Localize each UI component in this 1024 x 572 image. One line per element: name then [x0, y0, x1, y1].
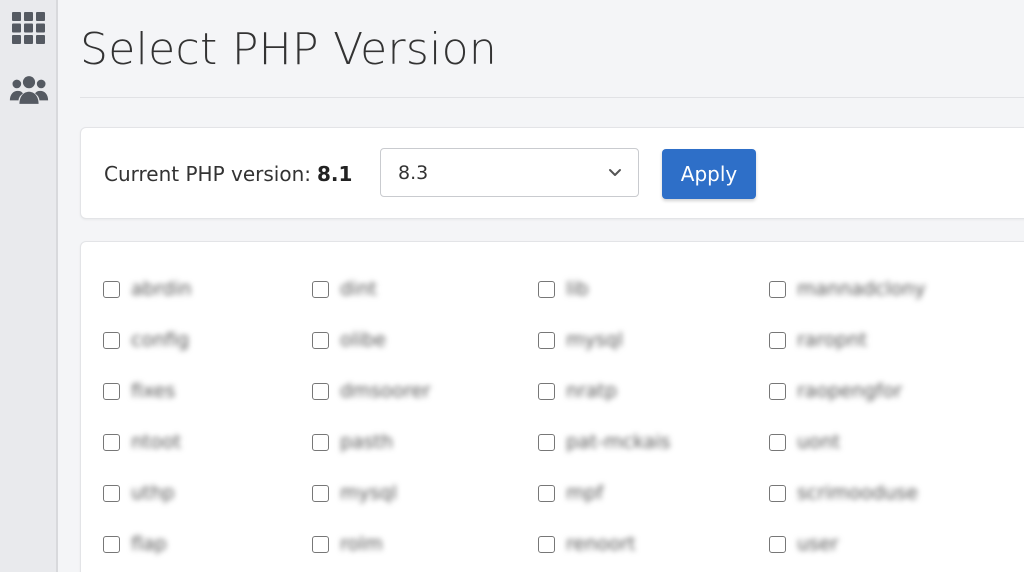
- extension-label: renoort: [566, 533, 636, 555]
- extension-checkbox[interactable]: [538, 484, 555, 502]
- extension-label: abrdin: [131, 278, 192, 300]
- extension-item[interactable]: mysql: [538, 328, 769, 352]
- extension-checkbox[interactable]: [769, 331, 786, 349]
- php-version-select[interactable]: 8.3: [380, 148, 639, 197]
- extension-label: nratp: [566, 380, 618, 402]
- extension-label: raropnt: [797, 329, 868, 351]
- extension-item[interactable]: lib: [538, 277, 769, 301]
- extension-label: dint: [340, 278, 377, 300]
- sidebar: [0, 0, 58, 572]
- extension-item[interactable]: mysql: [312, 481, 538, 505]
- extension-item[interactable]: fixes: [103, 379, 312, 403]
- extension-label: flap: [131, 533, 167, 555]
- apps-grid-icon: [12, 12, 45, 44]
- extension-checkbox[interactable]: [103, 484, 120, 502]
- extension-item[interactable]: renoort: [538, 532, 769, 556]
- php-version-selected: 8.3: [398, 162, 429, 184]
- current-version-label: Current PHP version:: [104, 162, 311, 186]
- extension-checkbox[interactable]: [538, 331, 555, 349]
- extension-label: ntoot: [131, 431, 182, 453]
- extension-label: uont: [797, 431, 841, 453]
- php-version-panel: Current PHP version: 8.1 8.3 Apply: [80, 127, 1024, 219]
- apply-button[interactable]: Apply: [662, 149, 756, 199]
- extension-checkbox[interactable]: [312, 433, 329, 451]
- extension-item[interactable]: mannadclony: [769, 277, 1009, 301]
- extension-item[interactable]: dmsoorer: [312, 379, 538, 403]
- extension-item[interactable]: mpf: [538, 481, 769, 505]
- extension-item[interactable]: dint: [312, 277, 538, 301]
- extension-checkbox[interactable]: [769, 433, 786, 451]
- extension-checkbox[interactable]: [538, 382, 555, 400]
- extension-item[interactable]: ntoot: [103, 430, 312, 454]
- extension-checkbox[interactable]: [103, 280, 120, 298]
- extension-checkbox[interactable]: [103, 382, 120, 400]
- extension-checkbox[interactable]: [538, 433, 555, 451]
- extension-label: raopengfor: [797, 380, 903, 402]
- extension-label: config: [131, 329, 190, 351]
- extension-checkbox[interactable]: [103, 535, 120, 553]
- extension-label: dmsoorer: [340, 380, 431, 402]
- extension-item[interactable]: olibe: [312, 328, 538, 352]
- title-divider: [80, 97, 1024, 98]
- extension-label: pat-mckais: [566, 431, 671, 453]
- extension-checkbox[interactable]: [538, 280, 555, 298]
- extension-checkbox[interactable]: [769, 535, 786, 553]
- extension-label: olibe: [340, 329, 386, 351]
- extension-checkbox[interactable]: [103, 331, 120, 349]
- extension-label: mysql: [340, 482, 397, 504]
- extensions-grid: abrdin dint lib mannadclony config olibe mysql…: [103, 277, 1009, 572]
- extension-checkbox[interactable]: [103, 433, 120, 451]
- extension-checkbox[interactable]: [312, 535, 329, 553]
- apps-grid-button[interactable]: [9, 8, 49, 48]
- extension-item[interactable]: nratp: [538, 379, 769, 403]
- extension-item[interactable]: scrimooduse: [769, 481, 1009, 505]
- chevron-down-icon: [609, 169, 621, 176]
- extension-checkbox[interactable]: [769, 484, 786, 502]
- users-icon: [9, 76, 49, 104]
- extension-item[interactable]: user: [769, 532, 1009, 556]
- extension-label: fixes: [131, 380, 176, 402]
- extension-label: mannadclony: [797, 278, 926, 300]
- extension-checkbox[interactable]: [769, 382, 786, 400]
- extension-label: user: [797, 533, 839, 555]
- extension-checkbox[interactable]: [312, 280, 329, 298]
- extension-checkbox[interactable]: [312, 382, 329, 400]
- extension-item[interactable]: config: [103, 328, 312, 352]
- extension-label: scrimooduse: [797, 482, 918, 504]
- extension-item[interactable]: uont: [769, 430, 1009, 454]
- extension-label: uthp: [131, 482, 175, 504]
- extension-item[interactable]: pat-mckais: [538, 430, 769, 454]
- extension-item[interactable]: uthp: [103, 481, 312, 505]
- page-title: Select PHP Version: [80, 24, 498, 75]
- extension-label: lib: [566, 278, 589, 300]
- extension-checkbox[interactable]: [312, 484, 329, 502]
- extension-item[interactable]: rolm: [312, 532, 538, 556]
- extension-item[interactable]: raropnt: [769, 328, 1009, 352]
- extension-checkbox[interactable]: [312, 331, 329, 349]
- extension-label: pasth: [340, 431, 394, 453]
- extension-label: rolm: [340, 533, 383, 555]
- extension-label: mpf: [566, 482, 604, 504]
- users-button[interactable]: [9, 70, 49, 110]
- extension-item[interactable]: flap: [103, 532, 312, 556]
- extension-item[interactable]: abrdin: [103, 277, 312, 301]
- extensions-panel: abrdin dint lib mannadclony config olibe mysql…: [80, 241, 1024, 572]
- extension-checkbox[interactable]: [538, 535, 555, 553]
- extension-item[interactable]: raopengfor: [769, 379, 1009, 403]
- current-version-value: 8.1: [317, 162, 353, 186]
- extension-label: mysql: [566, 329, 623, 351]
- extension-checkbox[interactable]: [769, 280, 786, 298]
- extension-item[interactable]: pasth: [312, 430, 538, 454]
